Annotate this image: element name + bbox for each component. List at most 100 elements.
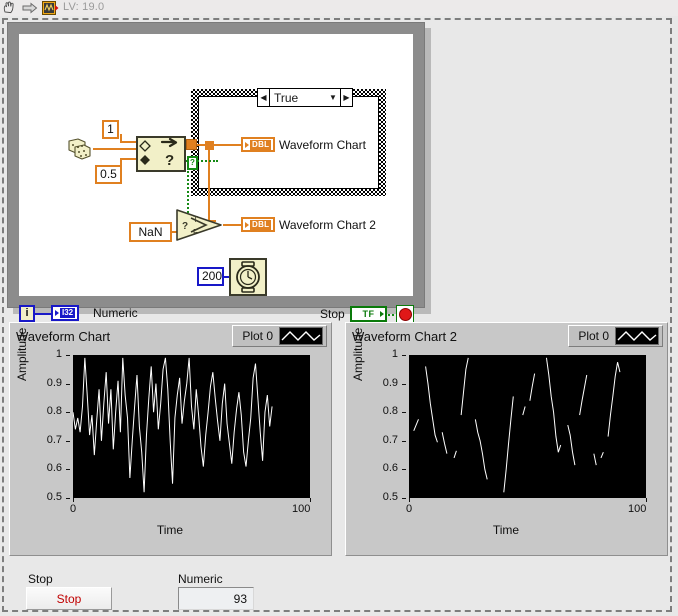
chart-1-plot-area[interactable] bbox=[73, 355, 310, 498]
svg-text:?: ? bbox=[165, 152, 174, 169]
chart-1-ytick: 0.6 bbox=[46, 462, 62, 475]
chart-2-plot-area[interactable] bbox=[409, 355, 646, 498]
chart-1-plot-frame: Amplitude 1 0.9 0.8 0.7 0.6 0.5 0 100 Time bbox=[15, 328, 324, 550]
chart-1-plot-name: Plot 0 bbox=[242, 329, 273, 343]
stop-terminal-label: Stop bbox=[320, 307, 345, 321]
chart-2-plot-name: Plot 0 bbox=[578, 329, 609, 343]
chart-2-ytick-mark bbox=[402, 412, 406, 414]
chart-1-ytick-mark bbox=[66, 440, 70, 442]
chart-1-ytick: 0.9 bbox=[46, 376, 62, 389]
terminal-datatype-label-2: DBL bbox=[250, 219, 272, 230]
labview-icon[interactable] bbox=[42, 1, 59, 15]
numeric-terminal-label: Numeric bbox=[93, 306, 138, 320]
case-selector-next-icon[interactable]: ▶ bbox=[341, 89, 352, 106]
waveform-chart-2-panel[interactable]: Waveform Chart 2 Plot 0 Amplitude 1 0.9 0.… bbox=[345, 322, 668, 556]
wire-tunnel-to-chart bbox=[208, 144, 242, 146]
constant-nan[interactable]: NaN bbox=[129, 222, 172, 242]
chart-1-ytick-mark bbox=[66, 383, 70, 385]
chart-2-xtick-mark bbox=[409, 498, 410, 502]
chart-2-plot-frame: Amplitude 1 0.9 0.8 0.7 0.6 0.5 0 100 Time bbox=[351, 328, 660, 550]
hand-cursor-icon[interactable] bbox=[2, 1, 18, 15]
terminal-arrow-icon-4 bbox=[380, 311, 384, 317]
chart-2-xtick-mark bbox=[646, 498, 647, 502]
chevron-down-icon[interactable]: ▼ bbox=[326, 93, 340, 102]
case-selector[interactable]: ◀ True ▼ ▶ bbox=[257, 88, 353, 107]
chart-2-title: Waveform Chart 2 bbox=[352, 329, 457, 344]
waveform-chart-terminal-label: Waveform Chart bbox=[279, 138, 366, 152]
chart-2-ytick-mark bbox=[402, 498, 406, 499]
chart-2-ytick: 1 bbox=[391, 348, 398, 360]
numeric-indicator[interactable]: 93 bbox=[178, 587, 254, 610]
chart-1-ytick-mark bbox=[66, 469, 70, 471]
constant-upper-limit[interactable]: 1 bbox=[102, 120, 119, 139]
chart-2-ytick-mark bbox=[402, 469, 406, 471]
chart-1-trace bbox=[73, 355, 310, 498]
chart-2-ytick: 0.8 bbox=[382, 405, 398, 418]
waveform-chart-terminal[interactable]: DBL bbox=[241, 137, 276, 152]
chart-1-title: Waveform Chart bbox=[16, 329, 111, 344]
terminal-datatype-label-3: I32 bbox=[60, 308, 76, 318]
iteration-terminal[interactable]: i bbox=[19, 305, 35, 322]
chart-1-ytick-mark bbox=[66, 498, 70, 499]
chart-2-ytick-mark bbox=[402, 355, 406, 356]
terminal-datatype-label: DBL bbox=[250, 139, 272, 150]
chart-1-xlabel: Time bbox=[156, 523, 184, 537]
chart-2-ytick: 0.5 bbox=[382, 491, 398, 503]
case-selector-prev-icon[interactable]: ◀ bbox=[258, 89, 269, 106]
chart-1-legend[interactable]: Plot 0 bbox=[232, 325, 327, 347]
stop-control-label: Stop bbox=[28, 572, 53, 586]
in-range-and-coerce-icon[interactable]: ? bbox=[136, 136, 186, 172]
chart-2-ytick-mark bbox=[402, 383, 406, 385]
chart-1-ytick-mark bbox=[66, 412, 70, 414]
numeric-terminal[interactable]: I32 bbox=[51, 305, 80, 321]
chart-1-ytick: 0.5 bbox=[46, 491, 62, 503]
chart-1-ytick-mark bbox=[66, 355, 70, 356]
chart-1-xtick: 0 bbox=[70, 503, 77, 515]
case-selector-value[interactable]: True bbox=[270, 91, 326, 105]
chart-1-plot-swatch[interactable] bbox=[279, 327, 323, 345]
wire-select-to-chart2 bbox=[223, 224, 243, 226]
waveform-chart-panel[interactable]: Waveform Chart Plot 0 Amplitude 1 0.9 0.8 0… bbox=[9, 322, 332, 556]
arrow-icon[interactable] bbox=[22, 1, 38, 15]
svg-text:?: ? bbox=[182, 221, 188, 232]
chart-2-trace bbox=[409, 355, 646, 498]
chart-2-legend[interactable]: Plot 0 bbox=[568, 325, 663, 347]
wait-ms-icon[interactable] bbox=[229, 258, 267, 296]
chart-1-ytick: 1 bbox=[55, 348, 62, 360]
labview-window: LV: 19.0 ◀ True ▼ ▶ 1 0.5 NaN 200 ? ? T … bbox=[0, 0, 678, 616]
chart-2-ytick: 0.7 bbox=[382, 433, 398, 446]
stop-button[interactable]: Stop bbox=[26, 587, 112, 610]
chart-1-xtick-mark bbox=[310, 498, 311, 502]
case-tunnel-input[interactable] bbox=[186, 139, 197, 150]
chart-2-xtick: 100 bbox=[628, 503, 647, 515]
toolbar-title: LV: 19.0 bbox=[63, 1, 105, 13]
case-selector-tunnel[interactable]: ? bbox=[187, 156, 198, 170]
numeric-indicator-label: Numeric bbox=[178, 572, 223, 586]
chart-2-ytick: 0.9 bbox=[382, 376, 398, 389]
stop-terminal-datatype: TF bbox=[362, 309, 375, 319]
chart-1-xtick-mark bbox=[73, 498, 74, 502]
constant-lower-limit[interactable]: 0.5 bbox=[95, 165, 122, 184]
chart-1-xtick: 100 bbox=[292, 503, 311, 515]
chart-2-xtick: 0 bbox=[406, 503, 413, 515]
loop-condition-terminal[interactable] bbox=[396, 305, 414, 323]
random-number-icon[interactable] bbox=[65, 137, 93, 162]
terminal-arrow-icon-2 bbox=[245, 221, 249, 228]
select-node-icon[interactable]: ? T F bbox=[174, 208, 224, 242]
terminal-arrow-icon-3 bbox=[55, 310, 59, 316]
chart-2-plot-swatch[interactable] bbox=[615, 327, 659, 345]
wire-random-to-irc bbox=[93, 148, 138, 150]
chart-2-xlabel: Time bbox=[492, 523, 520, 537]
constant-wait-time[interactable]: 200 bbox=[197, 267, 224, 286]
waveform-chart-2-terminal[interactable]: DBL bbox=[241, 217, 276, 232]
chart-1-ytick: 0.8 bbox=[46, 405, 62, 418]
block-diagram[interactable]: ◀ True ▼ ▶ 1 0.5 NaN 200 ? ? T F ? DBL W… bbox=[7, 22, 431, 323]
stop-sign-icon bbox=[398, 307, 412, 321]
chart-1-ytick: 0.7 bbox=[46, 433, 62, 446]
terminal-arrow-icon bbox=[245, 141, 249, 148]
chart-2-ytick-mark bbox=[402, 440, 406, 442]
chart-2-ytick: 0.6 bbox=[382, 462, 398, 475]
toolbar: LV: 19.0 bbox=[0, 0, 678, 16]
stop-terminal[interactable]: TF bbox=[350, 306, 387, 322]
waveform-chart-2-terminal-label: Waveform Chart 2 bbox=[279, 218, 376, 232]
